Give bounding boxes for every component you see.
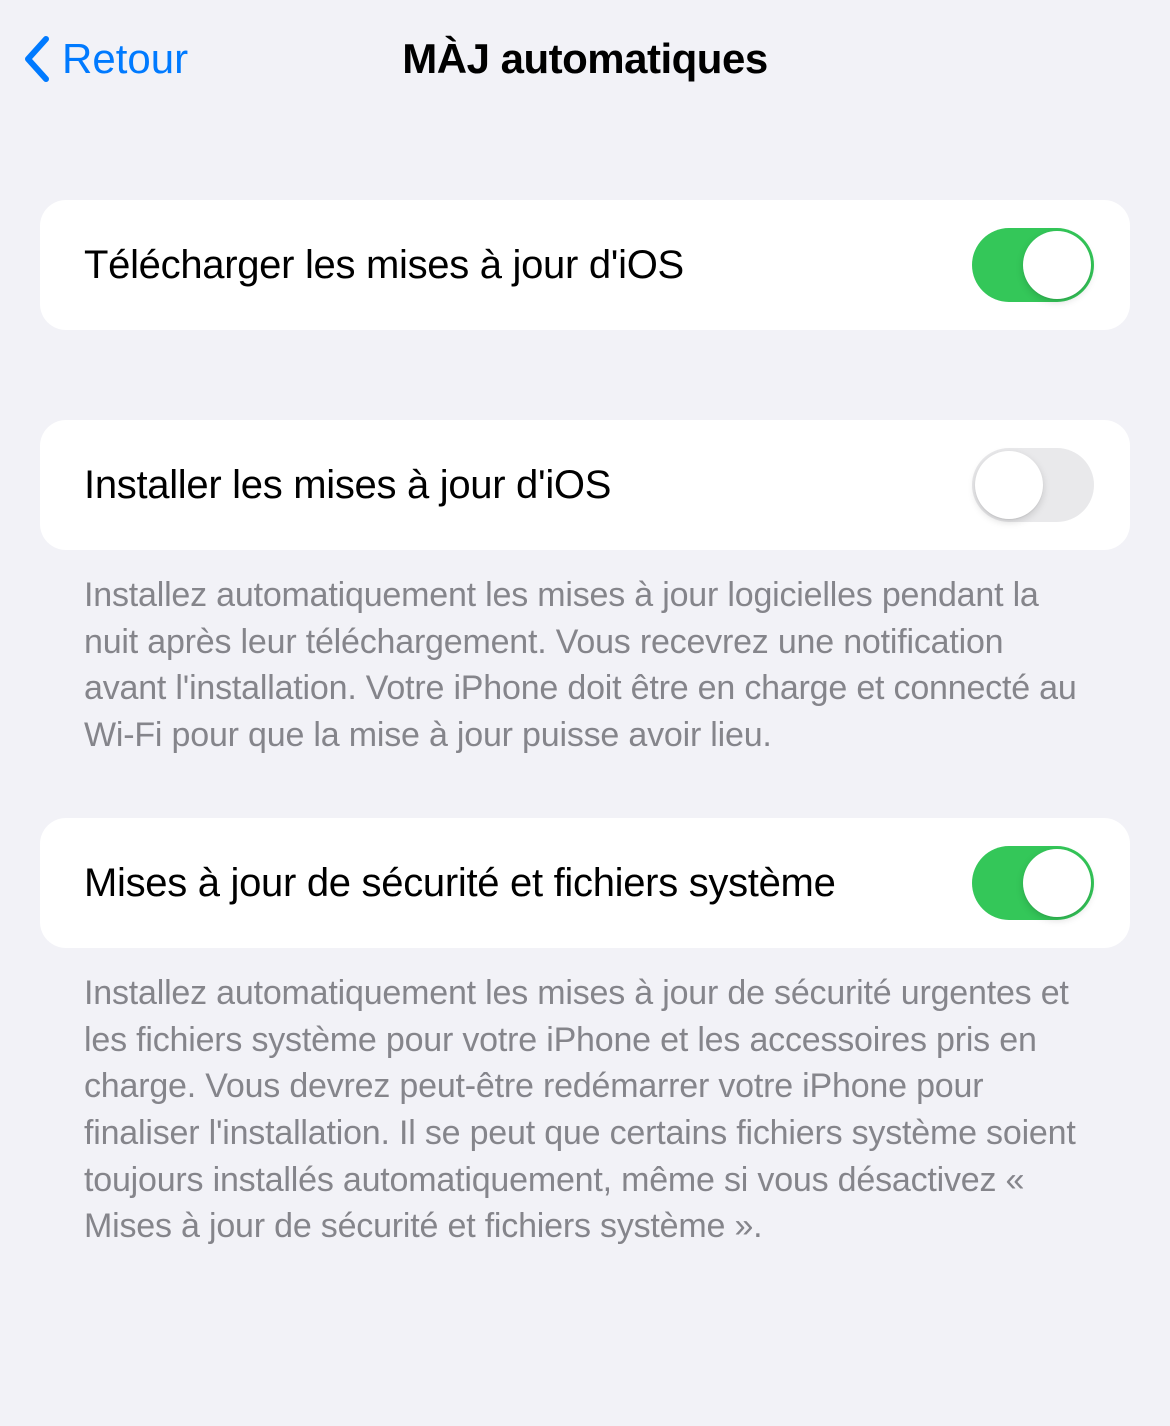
footer-install-description: Installez automatiquement les mises à jo… [40, 550, 1130, 758]
row-label: Mises à jour de sécurité et fichiers sys… [84, 858, 972, 908]
toggle-security-updates[interactable] [972, 846, 1094, 920]
back-button[interactable]: Retour [22, 35, 188, 83]
toggle-download-ios-updates[interactable] [972, 228, 1094, 302]
toggle-knob [975, 451, 1043, 519]
toggle-knob [1023, 849, 1091, 917]
back-label: Retour [62, 35, 188, 83]
row-security-updates[interactable]: Mises à jour de sécurité et fichiers sys… [40, 818, 1130, 948]
chevron-left-icon [22, 35, 52, 83]
row-label: Télécharger les mises à jour d'iOS [84, 240, 972, 290]
row-label: Installer les mises à jour d'iOS [84, 460, 972, 510]
toggle-knob [1023, 231, 1091, 299]
row-install-ios-updates[interactable]: Installer les mises à jour d'iOS [40, 420, 1130, 550]
page-title: MÀJ automatiques [20, 35, 1150, 83]
navigation-bar: Retour MÀJ automatiques [0, 0, 1170, 110]
toggle-install-ios-updates[interactable] [972, 448, 1094, 522]
footer-security-description: Installez automatiquement les mises à jo… [40, 948, 1130, 1249]
row-download-ios-updates[interactable]: Télécharger les mises à jour d'iOS [40, 200, 1130, 330]
